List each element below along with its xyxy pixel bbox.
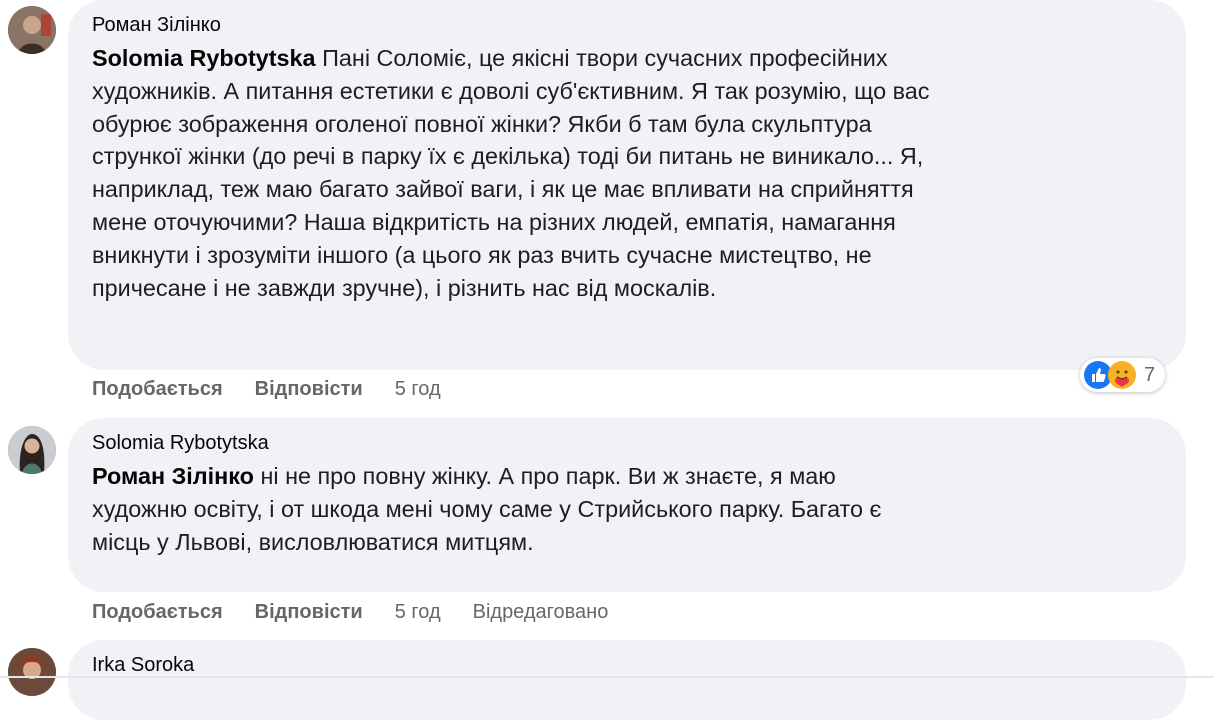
comment-author[interactable]: Роман Зілінко: [92, 14, 221, 37]
comment-actions: Подобається Відповісти 5 год: [92, 378, 441, 401]
comment-timestamp[interactable]: 5 год: [395, 378, 441, 401]
edited-label[interactable]: Відредаговано: [473, 601, 609, 624]
care-icon: [1108, 361, 1136, 389]
comment-timestamp[interactable]: 5 год: [395, 601, 441, 624]
avatar[interactable]: [8, 426, 56, 474]
reply-button[interactable]: Відповісти: [255, 601, 363, 624]
mention-link[interactable]: Solomia Rybotytska: [92, 45, 316, 71]
avatar[interactable]: [8, 6, 56, 54]
comment-text: Solomia Rybotytska Пані Соломіє, це якіс…: [92, 45, 930, 301]
like-button[interactable]: Подобається: [92, 601, 223, 624]
bottom-edge: [0, 676, 1214, 678]
avatar[interactable]: [8, 648, 56, 696]
comment-text: Роман Зілінко ні не про повну жінку. А п…: [92, 463, 882, 555]
mention-link[interactable]: Роман Зілінко: [92, 463, 254, 489]
comment-bubble: Irka Soroka: [68, 640, 1186, 720]
reaction-count: 7: [1144, 363, 1156, 386]
comment-bubble: Роман Зілінко Solomia Rybotytska Пані Со…: [68, 0, 1186, 370]
comment-actions: Подобається Відповісти 5 год Відредагова…: [92, 601, 608, 624]
comment-author[interactable]: Solomia Rybotytska: [92, 432, 269, 455]
comment-author[interactable]: Irka Soroka: [92, 654, 194, 677]
reply-button[interactable]: Відповісти: [255, 378, 363, 401]
reactions-summary[interactable]: 7: [1080, 358, 1166, 392]
like-button[interactable]: Подобається: [92, 378, 223, 401]
comment-bubble: Solomia Rybotytska Роман Зілінко ні не п…: [68, 418, 1186, 592]
